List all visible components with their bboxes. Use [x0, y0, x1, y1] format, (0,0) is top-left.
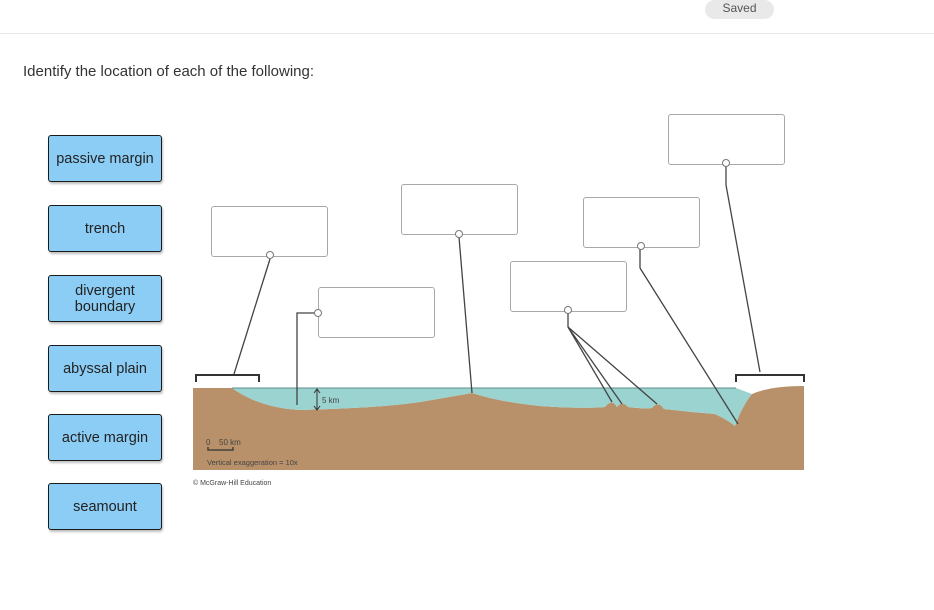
scale-zero-label: 0	[206, 438, 211, 447]
drop-target-6[interactable]	[668, 114, 785, 165]
copyright-credit: © McGraw-Hill Education	[193, 479, 271, 487]
drop-target-2-anchor	[314, 309, 322, 317]
leader-line-ridge	[458, 236, 473, 394]
ocean-floor-diagram: 5 km 0 50 km Vertical exaggeration = 10x…	[193, 166, 805, 487]
depth-scale-label: 5 km	[322, 396, 340, 405]
leader-line-active-margin	[725, 184, 761, 373]
drop-target-4[interactable]	[510, 261, 627, 312]
drop-target-1[interactable]	[211, 206, 328, 257]
drop-target-5-anchor	[637, 242, 645, 250]
passive-margin-bracket	[195, 374, 260, 382]
drop-target-4-anchor	[564, 306, 572, 314]
drop-target-3-anchor	[455, 230, 463, 238]
scale-distance-label: 50 km	[219, 438, 241, 447]
drop-target-5[interactable]	[583, 197, 700, 248]
drop-target-2[interactable]	[318, 287, 435, 338]
drop-target-6-anchor	[722, 159, 730, 167]
active-margin-bracket	[735, 374, 805, 382]
leader-line-passive-margin	[233, 258, 271, 375]
drop-target-3[interactable]	[401, 184, 518, 235]
vertical-exaggeration-note: Vertical exaggeration = 10x	[207, 458, 298, 467]
drop-target-1-anchor	[266, 251, 274, 259]
